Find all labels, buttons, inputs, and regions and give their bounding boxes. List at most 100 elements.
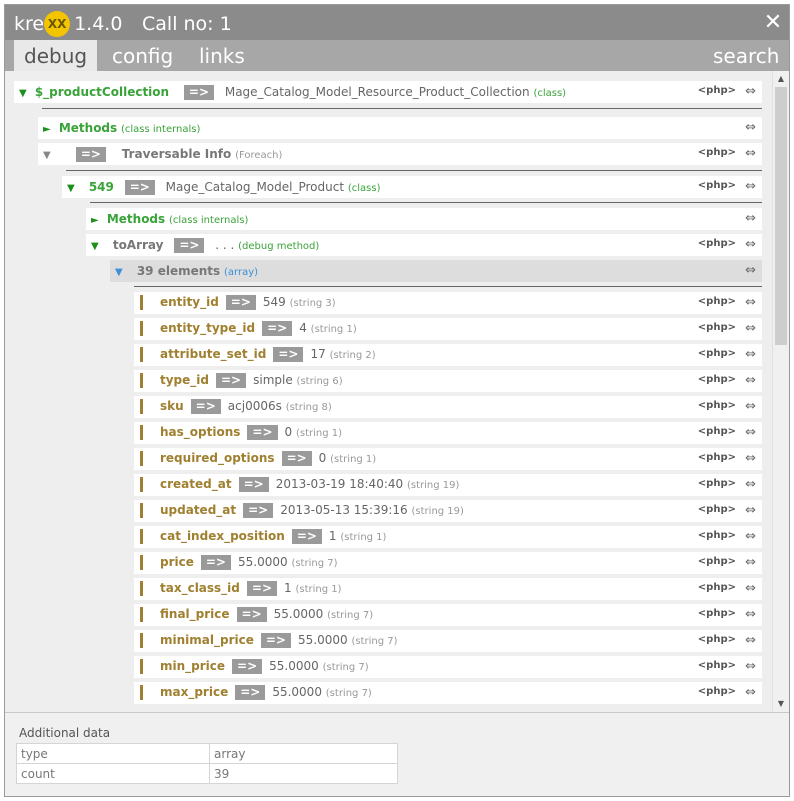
copy-arrows-icon[interactable]: ⇔ bbox=[745, 321, 756, 336]
expand-toggle-icon[interactable]: ▼ bbox=[115, 267, 127, 278]
php-code-button[interactable]: <php> bbox=[698, 322, 736, 333]
copy-arrows-icon[interactable]: ⇔ bbox=[745, 347, 756, 362]
copy-arrows-icon[interactable]: ⇔ bbox=[745, 425, 756, 440]
vertical-scrollbar[interactable]: ▲ ▼ bbox=[772, 71, 789, 712]
table-cell: 39 bbox=[209, 763, 398, 784]
copy-arrows-icon[interactable]: ⇔ bbox=[745, 263, 756, 278]
array-element-row[interactable]: minimal_price => 55.0000 (string 7) <php> ⇔ bbox=[134, 630, 762, 652]
php-code-button[interactable]: <php> bbox=[698, 478, 736, 489]
copy-arrows-icon[interactable]: ⇔ bbox=[745, 685, 756, 700]
expand-toggle-icon[interactable]: ▼ bbox=[91, 241, 103, 252]
tree-node-elements[interactable]: ▼ 39 elements (array) ⇔ bbox=[110, 260, 762, 282]
php-code-button[interactable]: <php> bbox=[698, 147, 736, 158]
copy-arrows-icon[interactable]: ⇔ bbox=[745, 555, 756, 570]
element-value: 55.0000 bbox=[273, 607, 324, 621]
php-code-button[interactable]: <php> bbox=[698, 452, 736, 463]
tab-bar: debug config links search bbox=[5, 40, 789, 71]
tab-links[interactable]: links bbox=[189, 40, 255, 71]
php-code-button[interactable]: <php> bbox=[698, 608, 736, 619]
divider bbox=[66, 170, 762, 171]
title-bar[interactable]: kre XX 1.4.0 Call no: 1 ✕ bbox=[5, 5, 789, 40]
php-code-button[interactable]: <php> bbox=[698, 582, 736, 593]
depth-marker bbox=[140, 685, 143, 700]
copy-arrows-icon[interactable]: ⇔ bbox=[745, 179, 756, 194]
array-element-row[interactable]: required_options => 0 (string 1) <php> ⇔ bbox=[134, 448, 762, 470]
copy-arrows-icon[interactable]: ⇔ bbox=[745, 581, 756, 596]
logo-badge: XX bbox=[44, 11, 71, 37]
array-element-row[interactable]: tax_class_id => 1 (string 1) <php> ⇔ bbox=[134, 578, 762, 600]
copy-arrows-icon[interactable]: ⇔ bbox=[745, 659, 756, 674]
php-code-button[interactable]: <php> bbox=[698, 85, 736, 96]
node-type: (class internals) bbox=[121, 124, 201, 135]
element-value: 4 bbox=[299, 321, 307, 335]
php-code-button[interactable]: <php> bbox=[698, 348, 736, 359]
php-code-button[interactable]: <php> bbox=[698, 504, 736, 515]
array-element-row[interactable]: entity_id => 549 (string 3) <php> ⇔ bbox=[134, 292, 762, 314]
array-element-row[interactable]: type_id => simple (string 6) <php> ⇔ bbox=[134, 370, 762, 392]
copy-arrows-icon[interactable]: ⇔ bbox=[745, 373, 756, 388]
collapsed-toggle-icon[interactable]: ► bbox=[43, 124, 55, 135]
connector: => bbox=[235, 685, 266, 700]
copy-arrows-icon[interactable]: ⇔ bbox=[745, 295, 756, 310]
php-code-button[interactable]: <php> bbox=[698, 660, 736, 671]
array-element-row[interactable]: attribute_set_id => 17 (string 2) <php> ⇔ bbox=[134, 344, 762, 366]
array-element-row[interactable]: entity_type_id => 4 (string 1) <php> ⇔ bbox=[134, 318, 762, 340]
connector: => bbox=[247, 425, 278, 440]
php-code-button[interactable]: <php> bbox=[698, 400, 736, 411]
collapsed-toggle-icon[interactable]: ► bbox=[91, 215, 103, 226]
copy-arrows-icon[interactable]: ⇔ bbox=[745, 607, 756, 622]
tab-debug[interactable]: debug bbox=[14, 40, 98, 71]
copy-arrows-icon[interactable]: ⇔ bbox=[745, 120, 756, 135]
php-code-button[interactable]: <php> bbox=[698, 426, 736, 437]
php-code-button[interactable]: <php> bbox=[698, 634, 736, 645]
array-element-row[interactable]: sku => acj0006s (string 8) <php> ⇔ bbox=[134, 396, 762, 418]
element-key: minimal_price bbox=[160, 633, 254, 647]
copy-arrows-icon[interactable]: ⇔ bbox=[745, 503, 756, 518]
expand-toggle-icon[interactable]: ▼ bbox=[43, 150, 55, 161]
copy-arrows-icon[interactable]: ⇔ bbox=[745, 529, 756, 544]
copy-arrows-icon[interactable]: ⇔ bbox=[745, 633, 756, 648]
tree-node-methods[interactable]: ► Methods (class internals) ⇔ bbox=[38, 117, 762, 139]
element-type: (string 3) bbox=[289, 298, 336, 309]
tree-node-methods-2[interactable]: ► Methods (class internals) ⇔ bbox=[86, 208, 762, 230]
tab-config[interactable]: config bbox=[102, 40, 183, 71]
tree-node-traversable[interactable]: ▼ => Traversable Info (Foreach) <php> ⇔ bbox=[38, 143, 762, 165]
copy-arrows-icon[interactable]: ⇔ bbox=[745, 477, 756, 492]
php-code-button[interactable]: <php> bbox=[698, 180, 736, 191]
expand-toggle-icon[interactable]: ▼ bbox=[67, 183, 79, 194]
php-code-button[interactable]: <php> bbox=[698, 296, 736, 307]
array-element-row[interactable]: created_at => 2013-03-19 18:40:40 (string … bbox=[134, 474, 762, 496]
array-element-row[interactable]: max_price => 55.0000 (string 7) <php> ⇔ bbox=[134, 682, 762, 704]
scroll-down-icon[interactable]: ▼ bbox=[776, 699, 786, 709]
copy-arrows-icon[interactable]: ⇔ bbox=[745, 84, 756, 99]
tab-search[interactable]: search bbox=[703, 40, 789, 71]
depth-marker bbox=[140, 425, 143, 440]
debug-tree: ▼ $_productCollection => Mage_Catalog_Mo… bbox=[5, 71, 789, 712]
php-code-button[interactable]: <php> bbox=[698, 374, 736, 385]
scrollbar-thumb[interactable] bbox=[775, 87, 787, 345]
copy-arrows-icon[interactable]: ⇔ bbox=[745, 399, 756, 414]
scroll-up-icon[interactable]: ▲ bbox=[776, 74, 786, 84]
element-type: (string 19) bbox=[406, 480, 460, 491]
array-element-row[interactable]: min_price => 55.0000 (string 7) <php> ⇔ bbox=[134, 656, 762, 678]
table-cell: count bbox=[16, 763, 210, 784]
array-element-row[interactable]: price => 55.0000 (string 7) <php> ⇔ bbox=[134, 552, 762, 574]
php-code-button[interactable]: <php> bbox=[698, 530, 736, 541]
array-element-row[interactable]: cat_index_position => 1 (string 1) <php> ⇔ bbox=[134, 526, 762, 548]
expand-toggle-icon[interactable]: ▼ bbox=[19, 88, 31, 99]
php-code-button[interactable]: <php> bbox=[698, 686, 736, 697]
php-code-button[interactable]: <php> bbox=[698, 238, 736, 249]
copy-arrows-icon[interactable]: ⇔ bbox=[745, 211, 756, 226]
array-element-row[interactable]: updated_at => 2013-05-13 15:39:16 (string … bbox=[134, 500, 762, 522]
copy-arrows-icon[interactable]: ⇔ bbox=[745, 237, 756, 252]
array-element-row[interactable]: final_price => 55.0000 (string 7) <php> ⇔ bbox=[134, 604, 762, 626]
tree-node-root[interactable]: ▼ $_productCollection => Mage_Catalog_Mo… bbox=[14, 81, 762, 103]
array-element-row[interactable]: has_options => 0 (string 1) <php> ⇔ bbox=[134, 422, 762, 444]
copy-arrows-icon[interactable]: ⇔ bbox=[745, 451, 756, 466]
element-key: type_id bbox=[160, 373, 209, 387]
php-code-button[interactable]: <php> bbox=[698, 556, 736, 567]
tree-node-toarray[interactable]: ▼ toArray => . . . (debug method) <php> … bbox=[86, 234, 762, 256]
close-icon[interactable]: ✕ bbox=[762, 12, 784, 34]
copy-arrows-icon[interactable]: ⇔ bbox=[745, 146, 756, 161]
tree-node-549[interactable]: ▼ 549 => Mage_Catalog_Model_Product (cla… bbox=[62, 176, 762, 198]
